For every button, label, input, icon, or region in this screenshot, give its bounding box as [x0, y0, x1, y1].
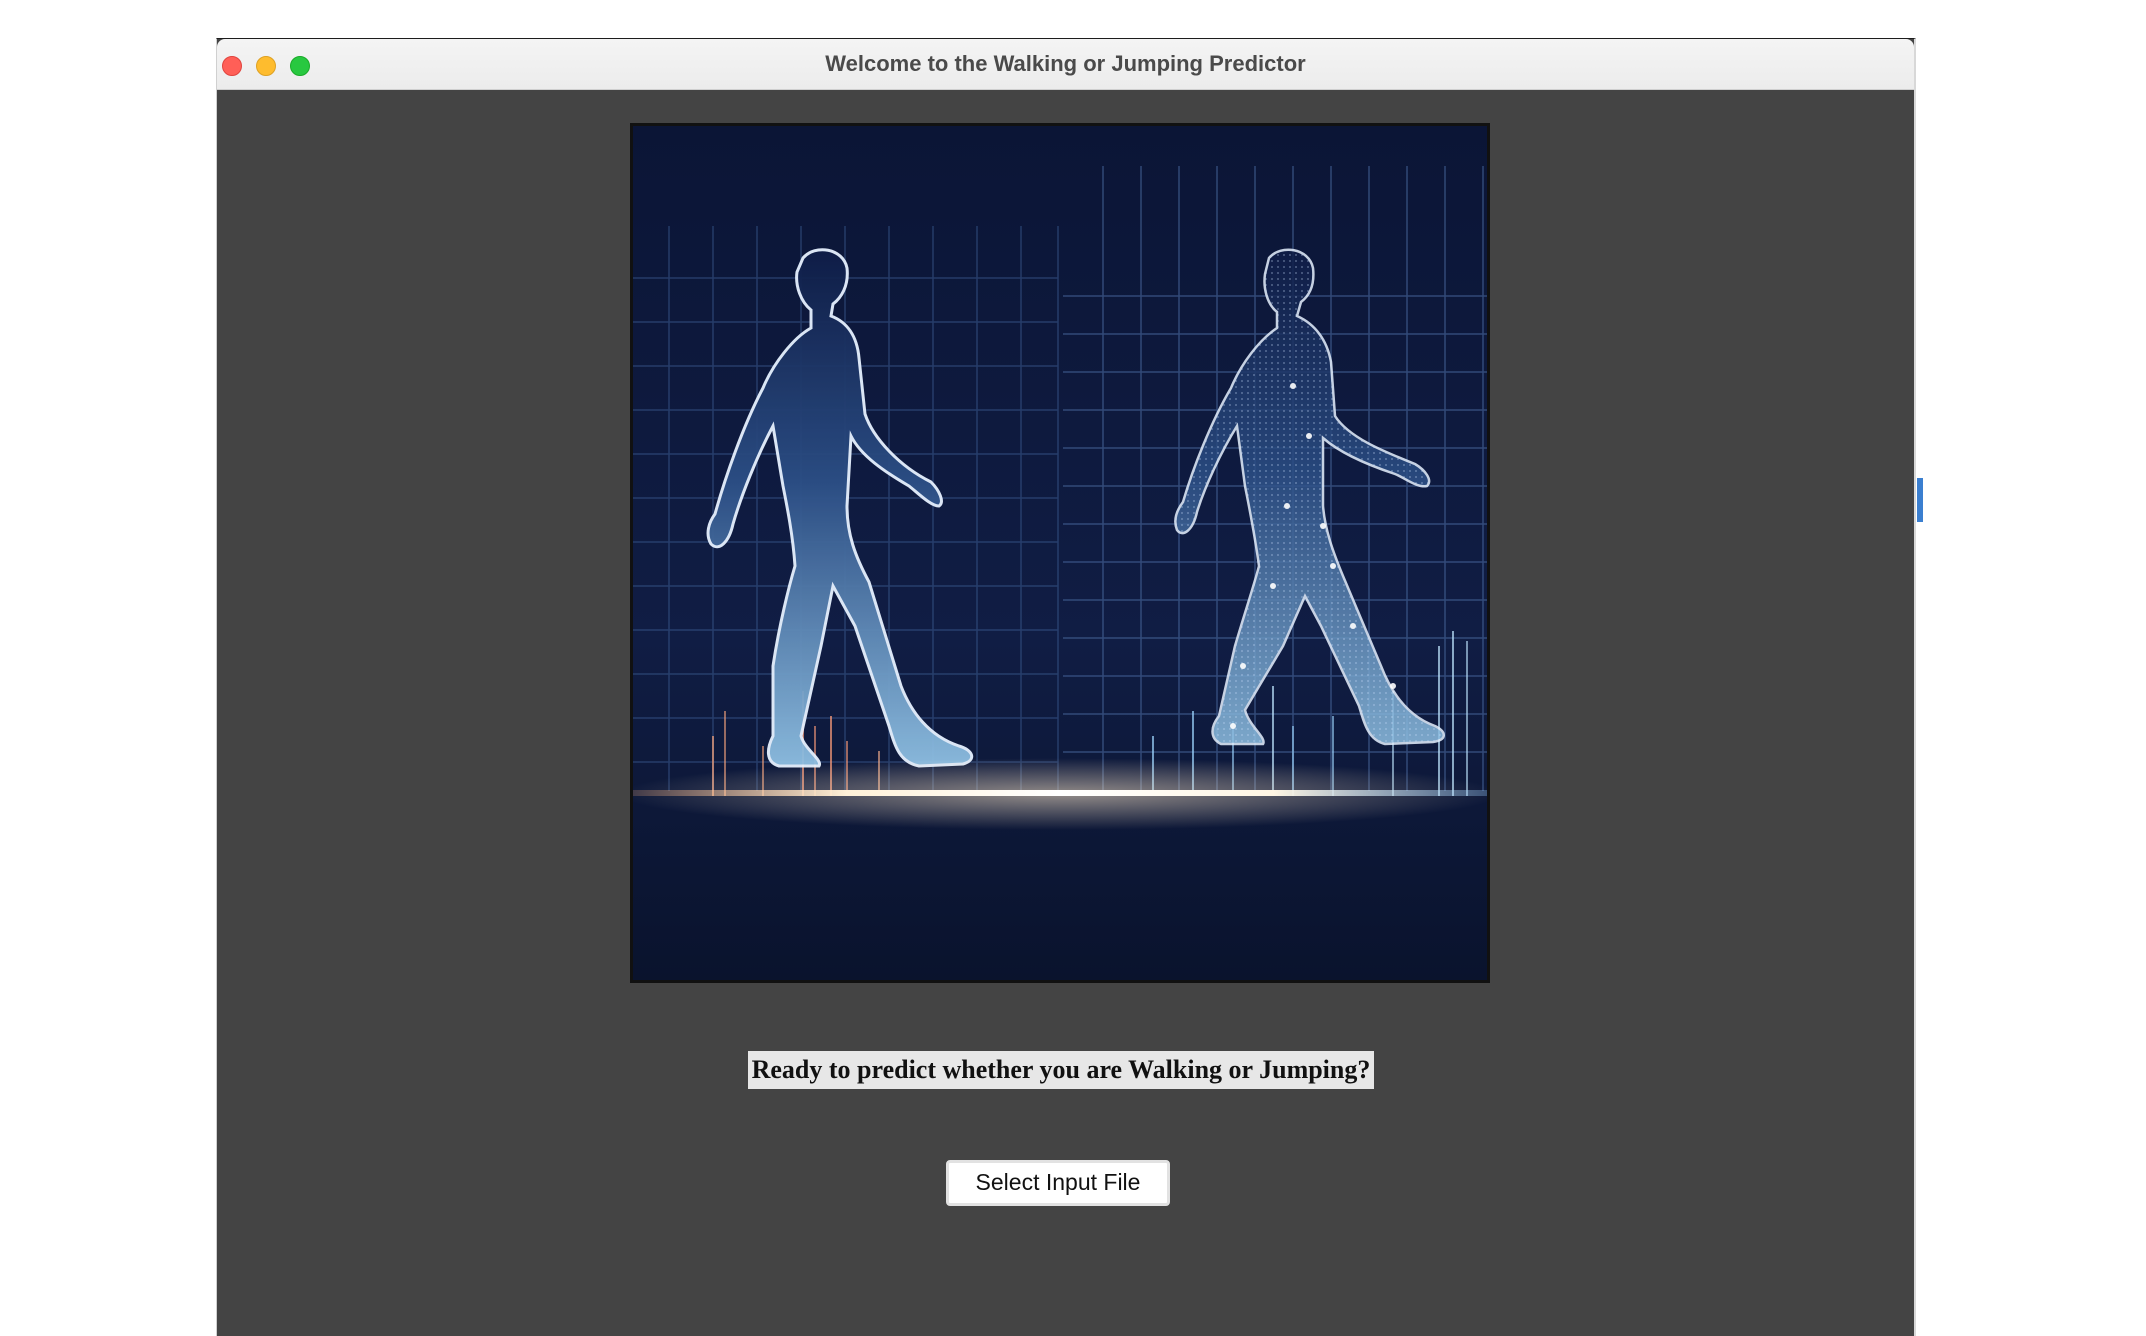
prompt-label: Ready to predict whether you are Walking… [748, 1051, 1374, 1089]
select-input-file-button[interactable]: Select Input File [946, 1160, 1170, 1206]
window-title: Welcome to the Walking or Jumping Predic… [825, 51, 1306, 76]
window-edge-marker [1917, 478, 1923, 522]
walking-figures-illustration-icon [633, 126, 1487, 980]
app-window: Welcome to the Walking or Jumping Predic… [216, 38, 1916, 1336]
hero-image [630, 123, 1490, 983]
title-bar: Welcome to the Walking or Jumping Predic… [217, 39, 1914, 90]
